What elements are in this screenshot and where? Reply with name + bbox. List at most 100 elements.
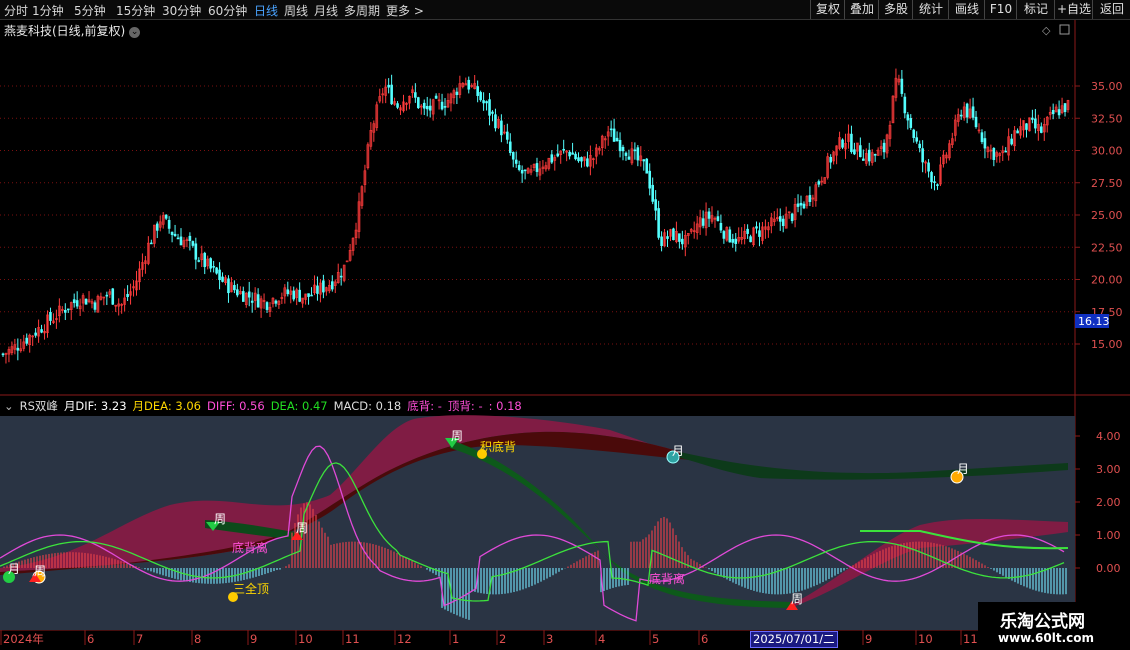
candle-body xyxy=(734,238,738,244)
week-label-1: 周 xyxy=(214,512,226,526)
kline-chart[interactable]: 35.0032.5030.0027.5025.0022.5020.0017.50… xyxy=(0,0,1130,650)
candle-body xyxy=(330,281,334,290)
month-dea-value: 月DEA: 3.06 xyxy=(132,399,201,413)
candle-body xyxy=(1057,109,1061,116)
candle-body xyxy=(568,151,571,157)
candle-body xyxy=(390,84,393,105)
candle-body xyxy=(485,101,488,104)
candle-body xyxy=(298,289,301,302)
indicator-tick-label: 3.00 xyxy=(1096,463,1121,476)
watermark-line1: 乐淘公式网 xyxy=(1000,612,1085,632)
candle-body xyxy=(636,147,640,161)
candle-body xyxy=(915,137,919,142)
candle-body xyxy=(648,170,652,189)
candle-body xyxy=(867,149,871,162)
candle-body xyxy=(1034,118,1037,129)
candle-body xyxy=(550,154,554,163)
candle-body xyxy=(562,148,565,151)
candle-body xyxy=(111,288,115,305)
candle-body xyxy=(310,294,313,297)
candle-body xyxy=(506,131,509,140)
macd-value: MACD: 0.18 xyxy=(333,399,402,413)
indicator-tick-label: 2.00 xyxy=(1096,496,1121,509)
candle-body xyxy=(339,275,343,278)
candle-body xyxy=(105,294,109,297)
candle-body xyxy=(927,162,930,172)
candle-body xyxy=(150,242,153,245)
x-tick-label: 2024年 xyxy=(3,632,44,646)
diamond-icon[interactable]: ◇ xyxy=(1042,24,1051,37)
month-dif-value: 月DIF: 3.23 xyxy=(63,399,127,413)
month-label-1: 月 xyxy=(672,444,684,458)
candle-body xyxy=(494,114,497,129)
candle-body xyxy=(425,105,429,110)
candle-body xyxy=(520,170,524,174)
candle-body xyxy=(971,106,975,118)
candle-body xyxy=(799,202,803,206)
candle-body xyxy=(862,158,865,161)
candle-body xyxy=(701,218,705,226)
candle-body xyxy=(624,152,628,156)
candle-body xyxy=(571,152,574,155)
candle-body xyxy=(574,153,577,160)
indicator-header: ⌄ RS双峰 月DIF: 3.23 月DEA: 3.06 DIFF: 0.56 DEA: … xyxy=(4,398,528,414)
candle-body xyxy=(218,269,221,281)
candle-body xyxy=(93,302,97,310)
price-tick-label: 27.50 xyxy=(1091,177,1123,190)
stock-title-text: 燕麦科技(日线,前复权) xyxy=(4,24,126,38)
x-tick-label: 10 xyxy=(918,632,933,646)
candle-body xyxy=(467,79,471,90)
chevron-down-icon[interactable]: ⌄ xyxy=(129,27,141,38)
candle-body xyxy=(126,294,129,298)
candle-body xyxy=(992,148,996,160)
candle-body xyxy=(716,216,720,222)
candle-body xyxy=(719,222,723,231)
candle-body xyxy=(681,238,684,245)
candle-body xyxy=(1016,130,1019,134)
candle-body xyxy=(1040,126,1043,133)
candle-body xyxy=(422,102,426,109)
candle-body xyxy=(1025,123,1028,130)
x-tick-label: 10 xyxy=(298,632,313,646)
window-icon[interactable] xyxy=(1059,24,1070,35)
candle-body xyxy=(900,78,904,94)
candle-body xyxy=(517,165,521,170)
candle-body xyxy=(817,181,821,185)
candle-body xyxy=(1063,103,1067,113)
candle-body xyxy=(215,267,218,274)
month-label-3: 月 xyxy=(8,562,20,576)
candle-body xyxy=(790,213,794,222)
candle-body xyxy=(16,347,20,351)
candle-body xyxy=(75,300,79,307)
x-tick-label: 8 xyxy=(194,632,201,646)
candle-body xyxy=(912,129,916,138)
candle-body xyxy=(933,181,936,183)
candle-body xyxy=(707,211,711,219)
candle-body xyxy=(621,146,625,152)
week-label-3: 周 xyxy=(451,429,463,443)
current-price-label: 16.13 xyxy=(1078,315,1110,328)
candle-body xyxy=(1,353,5,356)
candle-body xyxy=(746,228,749,234)
last-value: : 0.18 xyxy=(488,399,522,413)
indicator-tick-label: 0.00 xyxy=(1096,562,1121,575)
candle-body xyxy=(654,199,657,211)
indicator-name[interactable]: RS双峰 xyxy=(20,399,58,413)
week-label-2: 周 xyxy=(296,521,308,535)
candle-body xyxy=(980,132,984,143)
candle-body xyxy=(455,91,459,96)
candle-body xyxy=(959,114,963,117)
candle-body xyxy=(1031,117,1034,120)
candle-body xyxy=(651,184,654,202)
candle-body xyxy=(808,195,812,202)
collapse-icon[interactable]: ⌄ xyxy=(4,399,14,413)
candle-body xyxy=(40,329,43,333)
price-tick-label: 15.00 xyxy=(1091,338,1123,351)
candle-body xyxy=(859,145,862,158)
candle-body xyxy=(936,184,939,186)
candle-body xyxy=(155,223,159,231)
x-tick-label: 5 xyxy=(652,632,659,646)
candle-body xyxy=(491,111,494,114)
candle-body xyxy=(758,230,761,237)
candle-body xyxy=(523,169,527,172)
